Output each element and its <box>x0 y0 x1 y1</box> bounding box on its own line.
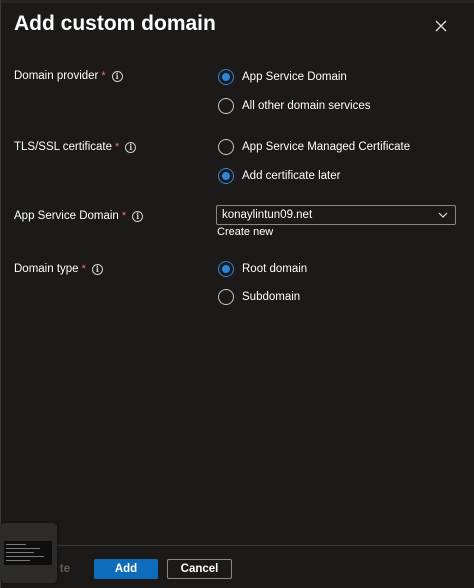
dropdown-value: konaylintun09.net <box>222 209 313 221</box>
radio-add-certificate-later[interactable]: Add certificate later <box>218 168 340 184</box>
required-mark: * <box>115 141 120 153</box>
top-edge <box>1 0 474 3</box>
radio-all-other-domain-services[interactable]: All other domain services <box>218 98 370 114</box>
chevron-down-icon <box>438 212 448 218</box>
required-mark: * <box>101 70 106 82</box>
app-service-domain-label: App Service Domain * i <box>14 210 144 222</box>
radio-selected-icon <box>218 261 234 277</box>
radio-app-service-domain[interactable]: App Service Domain <box>218 69 347 85</box>
domain-type-label: Domain type * i <box>14 263 103 275</box>
radio-unselected-icon <box>218 289 234 305</box>
radio-subdomain[interactable]: Subdomain <box>218 289 300 305</box>
info-icon[interactable]: i <box>125 141 137 153</box>
domain-provider-label: Domain provider * i <box>14 70 123 82</box>
radio-selected-icon <box>218 69 234 85</box>
radio-label: App Service Managed Certificate <box>242 141 411 153</box>
tls-certificate-label-text: TLS/SSL certificate <box>14 141 113 153</box>
domain-type-label-text: Domain type <box>14 263 79 275</box>
radio-unselected-icon <box>218 98 234 114</box>
radio-label: Add certificate later <box>242 170 341 182</box>
radio-root-domain[interactable]: Root domain <box>218 261 307 277</box>
info-icon[interactable]: i <box>111 70 123 82</box>
window-thumbnail[interactable] <box>1 523 57 583</box>
page-title: Add custom domain <box>14 12 216 35</box>
info-icon[interactable]: i <box>132 210 144 222</box>
cancel-button[interactable]: Cancel <box>167 559 232 579</box>
app-service-domain-dropdown[interactable]: konaylintun09.net <box>216 205 456 225</box>
tls-certificate-label: TLS/SSL certificate * i <box>14 141 137 153</box>
create-new-link[interactable]: Create new <box>217 226 273 238</box>
radio-selected-icon <box>218 168 234 184</box>
domain-provider-label-text: Domain provider <box>14 70 99 82</box>
radio-label: Root domain <box>242 263 308 275</box>
thumbnail-screen <box>4 541 52 565</box>
required-mark: * <box>121 210 127 222</box>
radio-app-service-managed-certificate[interactable]: App Service Managed Certificate <box>218 139 410 155</box>
required-mark: * <box>81 263 86 275</box>
add-custom-domain-panel: Add custom domain Domain provider * i Ap… <box>0 0 474 588</box>
info-icon[interactable]: i <box>91 263 103 275</box>
radio-label: App Service Domain <box>242 71 347 83</box>
footer-bar: te Add Cancel <box>1 545 474 588</box>
app-service-domain-label-text: App Service Domain <box>14 210 119 222</box>
radio-unselected-icon <box>218 139 234 155</box>
close-icon[interactable] <box>433 18 449 34</box>
radio-label: All other domain services <box>242 100 371 112</box>
add-button[interactable]: Add <box>94 559 158 579</box>
radio-label: Subdomain <box>242 291 301 303</box>
